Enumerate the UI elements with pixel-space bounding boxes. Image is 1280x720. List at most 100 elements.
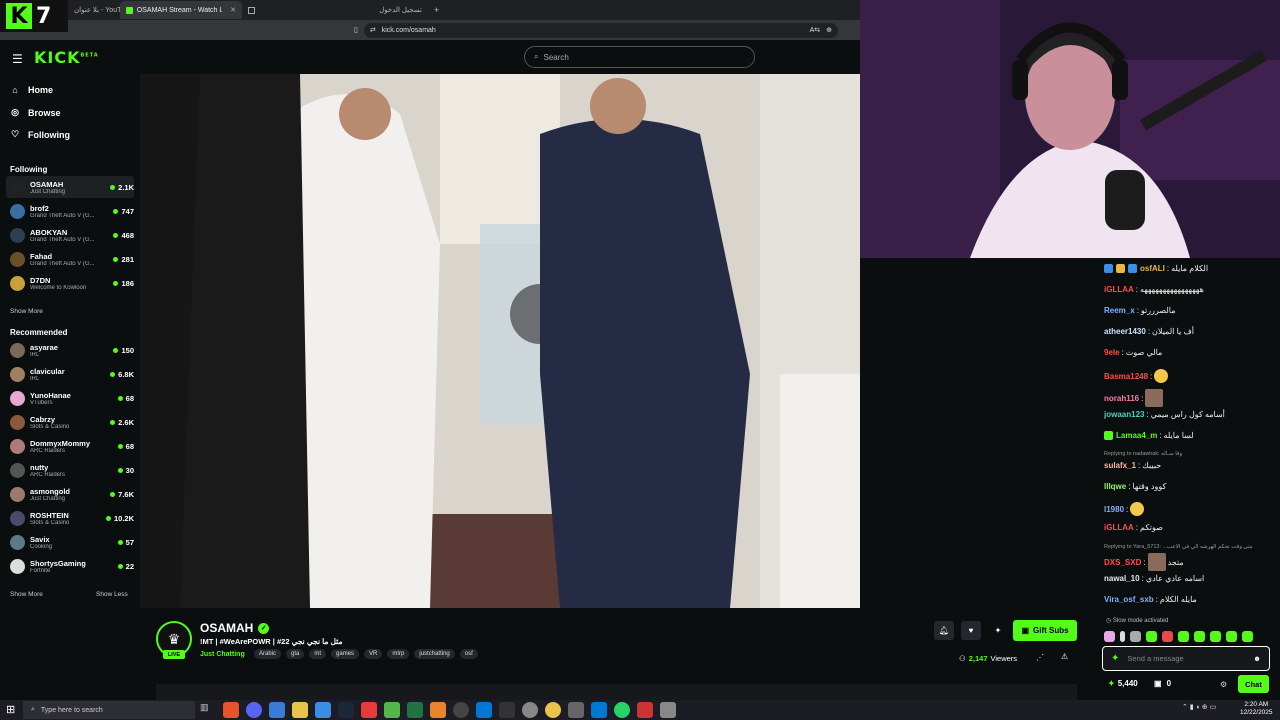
app-icon[interactable] <box>361 702 377 718</box>
chat-username[interactable]: Basma1248 <box>1104 372 1148 381</box>
emote-icon[interactable] <box>1130 631 1141 642</box>
chat-username[interactable]: atheer1430 <box>1104 327 1146 336</box>
share-icon[interactable]: ⋰ <box>1036 653 1044 662</box>
emote-icon[interactable] <box>1242 631 1253 642</box>
stream-tag[interactable]: mt <box>309 649 327 659</box>
app-icon[interactable] <box>568 702 584 718</box>
sidebar-channel-asmongold[interactable]: asmongold Just Chatting 7.6K <box>6 483 134 505</box>
chat-username[interactable]: Reem_x <box>1104 306 1135 315</box>
url-text[interactable]: kick.com/osamah <box>382 27 436 34</box>
tab-login[interactable]: تسجيل الدخول <box>312 1 428 19</box>
zoom-icon[interactable]: ⊕ <box>826 26 832 34</box>
emote-icon[interactable] <box>1147 553 1166 571</box>
sidebar-channel-nutty[interactable]: nutty ARC Raiders 30 <box>6 459 134 481</box>
stream-tag[interactable]: VR <box>364 649 383 659</box>
streamer-name[interactable]: OSAMAH ✓ <box>200 621 270 635</box>
sidebar-channel-dommyxmommy[interactable]: DommyxMommy ARC Raiders 68 <box>6 435 134 457</box>
system-tray[interactable]: ⌃ ▮ ◖ ⊕ ▭ <box>1182 703 1216 711</box>
chat-username[interactable]: jowaan123 <box>1104 410 1144 419</box>
stream-tag[interactable]: justchatting <box>414 649 455 659</box>
chat-username[interactable]: norah116 <box>1104 394 1139 403</box>
search-input[interactable]: ⌕ Search <box>524 46 755 68</box>
video-player[interactable] <box>140 74 860 608</box>
show-less-recommended[interactable]: Show Less <box>96 591 128 598</box>
chat-send-button[interactable]: Chat <box>1238 675 1269 693</box>
sidebar-channel-brof2[interactable]: brof2 Grand Theft Auto V (G... 747 <box>6 200 134 222</box>
emoji-picker-icon[interactable]: ☻ <box>1253 654 1261 663</box>
app-icon[interactable] <box>660 702 676 718</box>
emote-icon[interactable] <box>1130 502 1145 516</box>
stream-tag[interactable]: gta <box>286 649 305 659</box>
new-tab-button[interactable]: + <box>428 1 445 19</box>
nav-following[interactable]: ♡ Following <box>10 129 70 140</box>
brave-icon[interactable] <box>223 702 239 718</box>
sidebar-channel-cabrzy[interactable]: Cabrzy Slots & Casino 2.6K <box>6 411 134 433</box>
stream-category-link[interactable]: Just Chatting <box>200 651 245 658</box>
whatsapp-icon[interactable] <box>614 702 630 718</box>
site-info-icon[interactable]: ⇄ <box>370 26 376 34</box>
report-warning-icon[interactable]: ⚠ <box>1061 652 1068 661</box>
sidebar-channel-abokyan[interactable]: ABOKYAN Grand Theft Auto V (G... 468 <box>6 224 134 246</box>
chat-badge-icon[interactable] <box>1104 431 1113 440</box>
sidebar-channel-roshtein[interactable]: ROSHTEIN Slots & Casino 10.2K <box>6 507 134 529</box>
chat-username[interactable]: osfALI <box>1140 264 1165 273</box>
emote-icon[interactable] <box>1146 631 1157 642</box>
emote-icon[interactable] <box>1162 631 1173 642</box>
chat-username[interactable]: iGLLAA <box>1104 285 1134 294</box>
notifications-bell-button[interactable]: 🔔︎ <box>934 621 954 640</box>
emote-icon[interactable] <box>1145 389 1164 407</box>
emote-icon[interactable] <box>1104 631 1115 642</box>
sidebar-channel-savix[interactable]: Savix Cooking 57 <box>6 531 134 553</box>
stream-tag[interactable]: osf <box>459 649 478 659</box>
emote-icon[interactable] <box>1194 631 1205 642</box>
stream-tag[interactable]: mtrp <box>387 649 410 659</box>
app-icon[interactable] <box>637 702 653 718</box>
nav-browse[interactable]: ◎ Browse <box>10 107 60 118</box>
app-icon[interactable] <box>499 702 515 718</box>
chat-username[interactable]: iGLLAA <box>1104 523 1134 532</box>
nav-home[interactable]: ⌂ Home <box>10 85 53 95</box>
chat-username[interactable]: Lamaa4_m <box>1116 431 1157 440</box>
emote-icon[interactable] <box>1154 369 1169 383</box>
sidebar-channel-clavicular[interactable]: clavicular IRL 6.8K <box>6 363 134 385</box>
taskbar-clock[interactable]: 2:20 AM 12/22/2025 <box>1240 701 1273 717</box>
channel-points[interactable]: ✦ 5,440 <box>1108 679 1138 688</box>
discord-icon[interactable] <box>246 702 262 718</box>
emote-icon[interactable] <box>1226 631 1237 642</box>
task-view-icon[interactable]: ▥ <box>200 702 216 718</box>
windows-start-icon[interactable]: ⊞ <box>6 703 15 716</box>
translate-icon[interactable]: A⇆ <box>810 26 821 34</box>
bookmark-icon[interactable]: ▯ <box>354 26 358 34</box>
show-more-following[interactable]: Show More <box>10 308 43 315</box>
sparkle-icon[interactable]: ✦ <box>1111 653 1119 664</box>
chat-username[interactable]: Vira_osf_sxb <box>1104 595 1154 604</box>
chat-username[interactable]: lllqwe <box>1104 482 1126 491</box>
emote-icon[interactable] <box>1178 631 1189 642</box>
xbox-icon[interactable] <box>384 702 400 718</box>
chrome-icon[interactable] <box>545 702 561 718</box>
sidebar-channel-yunohanae[interactable]: YunoHanae VTubers 68 <box>6 387 134 409</box>
hype-button[interactable]: ✦ <box>988 621 1008 640</box>
app-icon[interactable] <box>269 702 285 718</box>
tab-blank[interactable] <box>242 1 312 19</box>
sidebar-channel-osamah[interactable]: OSAMAH Just Chatting 2.1K <box>6 176 134 198</box>
subs-count[interactable]: ▣ 0 <box>1154 679 1171 688</box>
follow-heart-button[interactable]: ♥ <box>961 621 981 640</box>
sidebar-channel-asyarae[interactable]: asyarae IRL 150 <box>6 339 134 361</box>
sidebar-channel-shortysgaming[interactable]: ShortysGaming Fortnite 22 <box>6 555 134 577</box>
chat-username[interactable]: nawal_10 <box>1104 574 1140 583</box>
close-tab-icon[interactable]: ✕ <box>230 6 236 14</box>
stream-tag[interactable]: Arabic <box>254 649 282 659</box>
app-icon[interactable] <box>522 702 538 718</box>
chat-badge-icon[interactable] <box>1128 264 1137 273</box>
tab-youtube[interactable]: بلا عنوان - YouTube <box>68 1 120 19</box>
app-icon[interactable] <box>453 702 469 718</box>
address-bar[interactable]: ▯ ⇄ kick.com/osamah A⇆ ⊕ <box>354 22 838 38</box>
chat-message-input[interactable]: ✦ Send a message ☻ <box>1102 646 1270 671</box>
chat-badge-icon[interactable] <box>1116 264 1125 273</box>
app-icon[interactable] <box>591 702 607 718</box>
steam-icon[interactable] <box>338 702 354 718</box>
emote-icon[interactable] <box>1120 631 1125 642</box>
chat-username[interactable]: l1980 <box>1104 505 1124 514</box>
chat-username[interactable]: DXS_SXD <box>1104 558 1141 567</box>
